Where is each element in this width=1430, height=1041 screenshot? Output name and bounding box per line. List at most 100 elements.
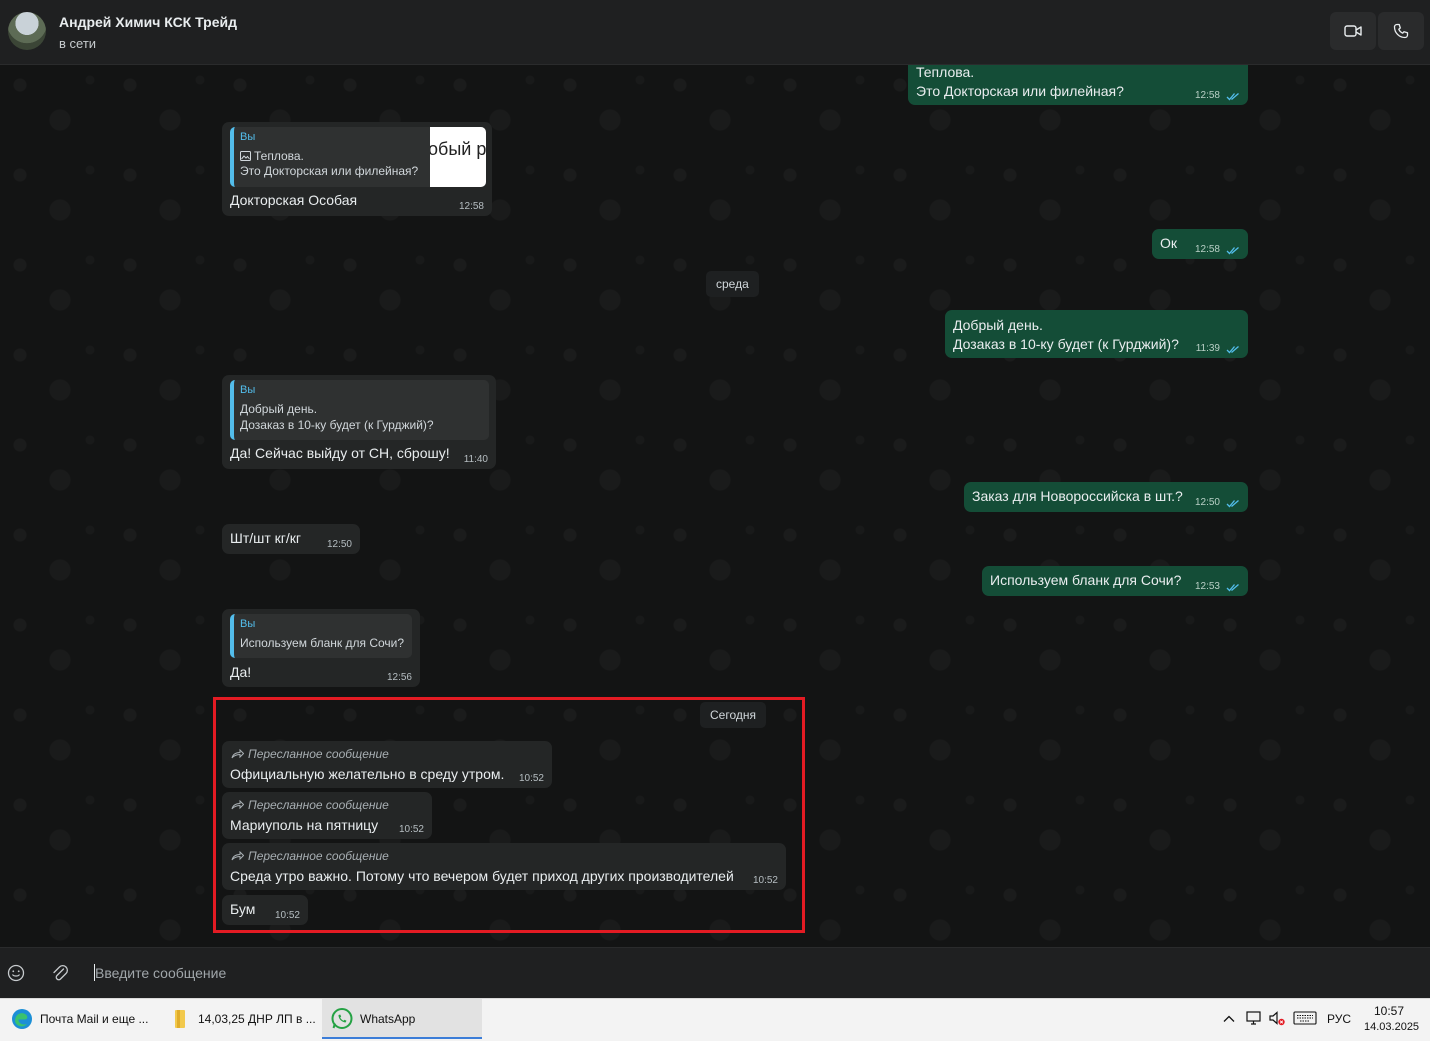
- folder-icon: [175, 1010, 185, 1028]
- date-separator: Сегодня: [700, 702, 766, 728]
- active-indicator: [322, 1037, 482, 1039]
- quoted-message[interactable]: Вы Теплова. Это Докторская или филейная?…: [230, 127, 486, 187]
- message-text: Мариуполь на пятницу: [230, 817, 379, 833]
- emoji-icon[interactable]: [6, 963, 26, 983]
- voice-call-button[interactable]: [1378, 12, 1424, 50]
- image-icon: [240, 151, 251, 161]
- message-text: Да!: [230, 664, 252, 680]
- read-ticks-icon: [1226, 346, 1239, 354]
- message-text: Докторская Особая: [230, 192, 358, 208]
- message-time: 12:53: [1194, 581, 1220, 592]
- contact-name[interactable]: Андрей Химич КСК Трейд: [59, 14, 237, 30]
- forwarded-text: Пересланное сообщение: [248, 747, 389, 761]
- message-incoming[interactable]: Пересланное сообщение Официальную желате…: [222, 741, 552, 788]
- message-time: 11:39: [1195, 343, 1220, 354]
- input-language[interactable]: РУС: [1327, 1012, 1351, 1026]
- chat-header: Андрей Химич КСК Трейд в сети: [0, 0, 1430, 65]
- message-text: Добрый день.: [953, 317, 1043, 333]
- message-incoming[interactable]: Вы Добрый день. Дозаказ в 10-ку будет (к…: [222, 375, 496, 469]
- quoted-message[interactable]: Вы Используем бланк для Сочи?: [230, 614, 412, 658]
- quote-line: Теплова.: [254, 149, 304, 163]
- message-outgoing[interactable]: Заказ для Новороссийска в шт.? 12:50: [964, 482, 1248, 512]
- quote-text: Это Докторская или филейная?: [240, 164, 419, 178]
- forwarded-label: Пересланное сообщение: [231, 747, 389, 761]
- message-time: 12:58: [1194, 90, 1220, 101]
- message-time: 12:58: [1194, 244, 1220, 255]
- message-incoming[interactable]: Шт/шт кг/кг 12:50: [222, 524, 360, 554]
- text-caret: [94, 964, 95, 981]
- quote-text: Дозаказ в 10-ку будет (к Гурджий)?: [240, 418, 434, 432]
- message-time: 10:52: [274, 910, 300, 921]
- message-time: 12:58: [458, 201, 484, 212]
- clock-time[interactable]: 10:57: [1374, 1004, 1424, 1018]
- forwarded-label: Пересланное сообщение: [231, 849, 389, 863]
- message-input[interactable]: [93, 958, 1397, 988]
- message-text: Официальную желательно в среду утром.: [230, 766, 505, 782]
- forward-arrow-icon: [231, 749, 244, 759]
- phone-icon: [1393, 23, 1409, 39]
- taskbar-label: Почта Mail и еще ...: [40, 1012, 149, 1026]
- message-outgoing[interactable]: Ок 12:58: [1152, 229, 1248, 259]
- edge-browser-icon: [12, 1009, 32, 1029]
- message-incoming[interactable]: Пересланное сообщение Мариуполь на пятни…: [222, 792, 432, 839]
- forward-arrow-icon: [231, 800, 244, 810]
- contact-avatar[interactable]: [8, 12, 46, 50]
- quote-author: Вы: [240, 618, 256, 630]
- forwarded-text: Пересланное сообщение: [248, 798, 389, 812]
- date-separator: среда: [706, 271, 759, 297]
- windows-taskbar: Почта Mail и еще ... 14,03,25 ДНР ЛП в .…: [0, 998, 1430, 1041]
- message-outgoing[interactable]: Добрый день. Дозаказ в 10-ку будет (к Гу…: [945, 310, 1248, 358]
- taskbar-label: WhatsApp: [360, 1012, 416, 1026]
- message-outgoing[interactable]: Используем бланк для Сочи? 12:53: [982, 566, 1248, 596]
- message-text: Среда утро важно. Потому что вечером буд…: [230, 868, 734, 884]
- forwarded-text: Пересланное сообщение: [248, 849, 389, 863]
- whatsapp-icon: [331, 1008, 353, 1029]
- message-time: 11:40: [463, 454, 488, 465]
- message-time: 12:50: [326, 539, 352, 550]
- message-incoming[interactable]: Пересланное сообщение Среда утро важно. …: [222, 843, 786, 890]
- video-camera-icon: [1344, 25, 1362, 37]
- quote-text: Теплова.: [240, 149, 304, 163]
- message-composer: [0, 947, 1430, 999]
- read-ticks-icon: [1226, 247, 1239, 255]
- quoted-message[interactable]: Вы Добрый день. Дозаказ в 10-ку будет (к…: [230, 380, 489, 440]
- paperclip-icon[interactable]: [50, 963, 70, 983]
- keyboard-icon[interactable]: [1293, 1011, 1317, 1025]
- message-incoming[interactable]: Вы Теплова. Это Докторская или филейная?…: [222, 122, 492, 216]
- taskbar-item-mail[interactable]: Почта Mail и еще ...: [2, 999, 154, 1039]
- message-time: 12:50: [1194, 497, 1220, 508]
- message-text: Дозаказ в 10-ку будет (к Гурджий)?: [953, 336, 1179, 352]
- taskbar-item-folder[interactable]: 14,03,25 ДНР ЛП в ...: [160, 999, 320, 1039]
- speaker-muted-icon[interactable]: [1268, 1009, 1286, 1027]
- read-ticks-icon: [1226, 584, 1239, 592]
- message-time: 10:52: [398, 824, 424, 835]
- message-incoming[interactable]: Вы Используем бланк для Сочи? Да! 12:56: [222, 609, 420, 687]
- chevron-up-icon[interactable]: [1222, 1012, 1236, 1026]
- message-text: Да! Сейчас выйду от СН, сброшу!: [230, 445, 450, 461]
- read-ticks-icon: [1226, 93, 1239, 101]
- message-incoming[interactable]: Бум 10:52: [222, 895, 308, 925]
- message-text: Ок: [1160, 235, 1178, 251]
- quote-text: Добрый день.: [240, 402, 318, 416]
- thumbnail-text: обый р: [430, 139, 486, 159]
- message-text: Шт/шт кг/кг: [230, 530, 302, 546]
- read-ticks-icon: [1226, 500, 1239, 508]
- forward-arrow-icon: [231, 851, 244, 861]
- message-text: Бум: [230, 901, 256, 917]
- message-list[interactable]: Теплова. Это Докторская или филейная? 12…: [0, 65, 1430, 947]
- message-time: 10:52: [518, 773, 544, 784]
- message-time: 10:52: [752, 875, 778, 886]
- video-call-button[interactable]: [1330, 12, 1376, 50]
- message-text: Заказ для Новороссийска в шт.?: [972, 488, 1183, 504]
- taskbar-item-whatsapp[interactable]: WhatsApp: [322, 999, 482, 1039]
- message-outgoing[interactable]: Теплова. Это Докторская или филейная? 12…: [908, 65, 1248, 105]
- contact-status: в сети: [59, 36, 97, 51]
- taskbar-label: 14,03,25 ДНР ЛП в ...: [198, 1012, 316, 1026]
- quote-text: Используем бланк для Сочи?: [240, 636, 405, 650]
- network-icon[interactable]: [1245, 1009, 1263, 1027]
- quote-author: Вы: [240, 131, 256, 143]
- message-text: Используем бланк для Сочи?: [990, 572, 1182, 588]
- message-text: Теплова.: [916, 65, 975, 80]
- quote-author: Вы: [240, 384, 256, 396]
- clock-date[interactable]: 14.03.2025: [1364, 1021, 1419, 1033]
